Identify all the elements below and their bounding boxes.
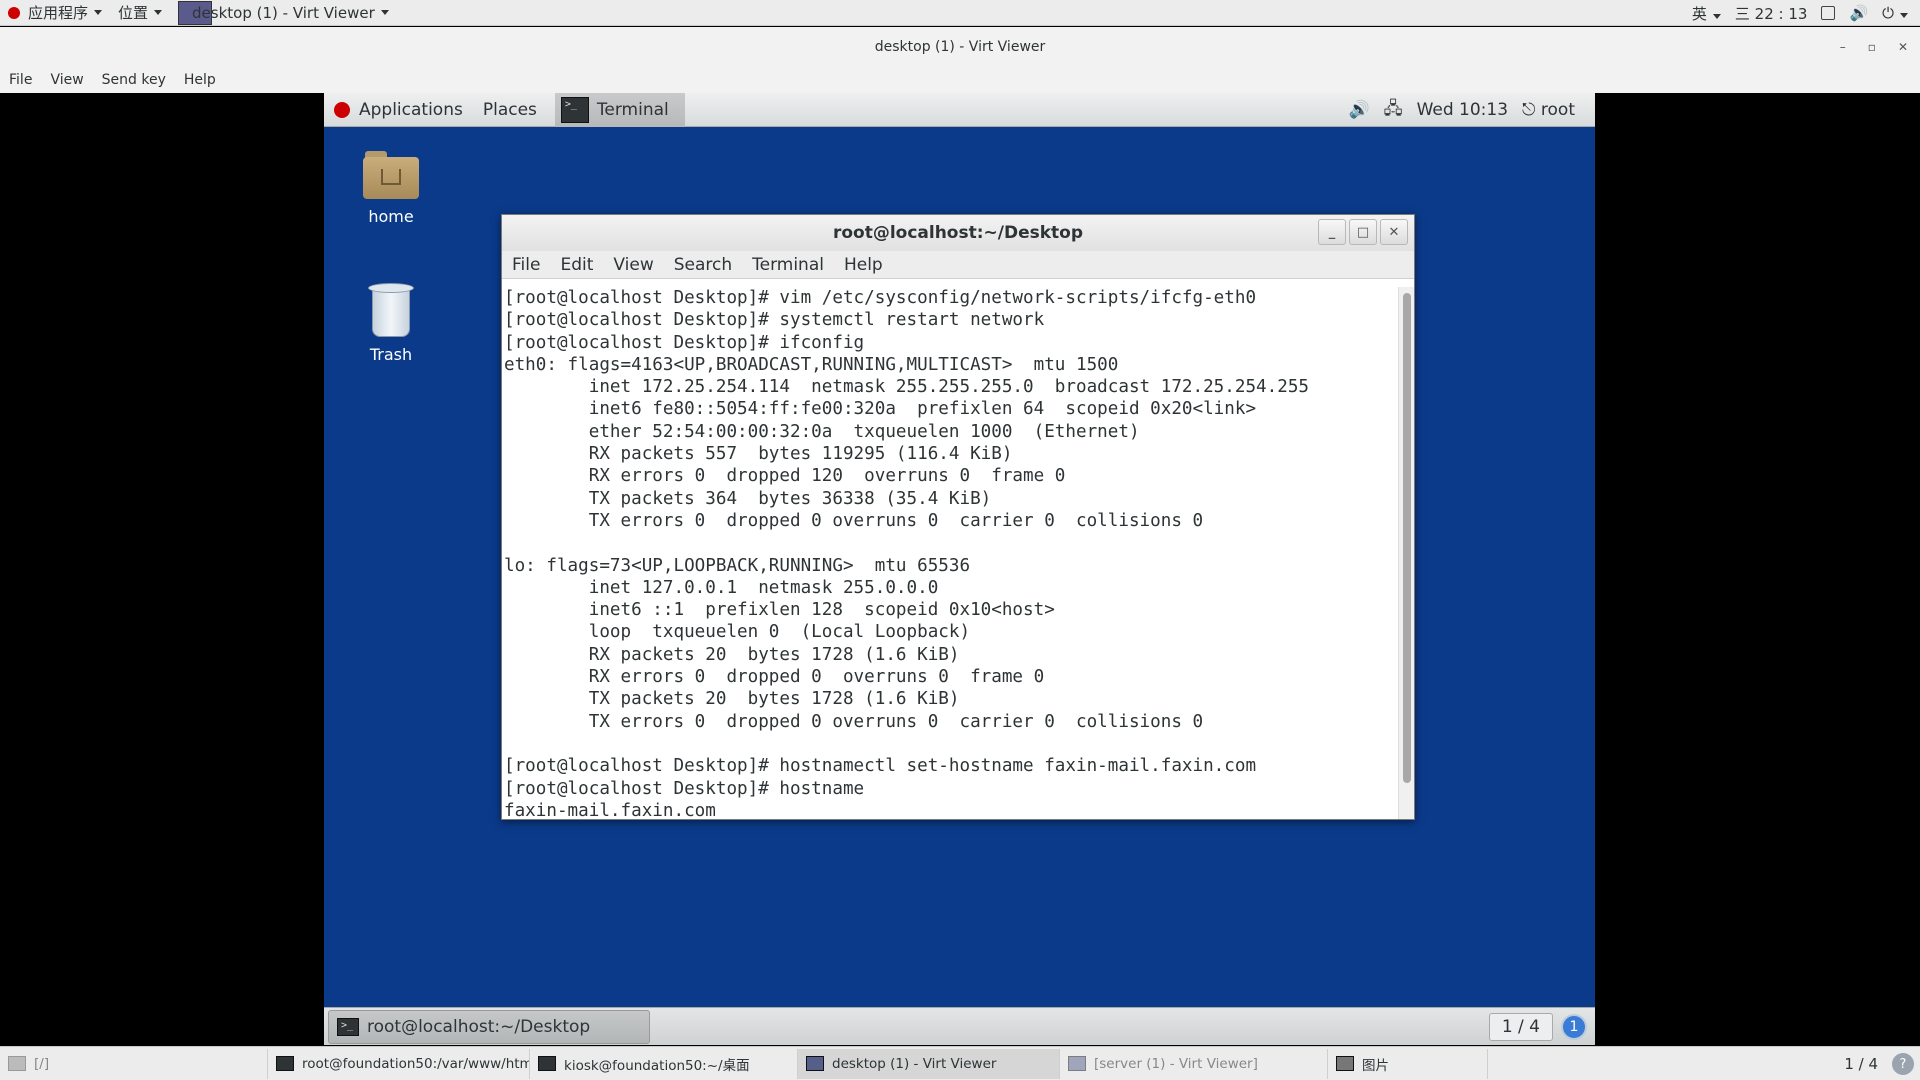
minimize-button[interactable]: – (1840, 40, 1846, 54)
chevron-down-icon (380, 10, 389, 15)
host-apps-label: 应用程序 (28, 4, 89, 22)
chevron-down-icon (94, 10, 103, 15)
host-taskbar-first-label: [/] (34, 1055, 50, 1072)
host-taskbar-item-foundation[interactable]: root@foundation50:/var/www/html (268, 1048, 530, 1079)
virt-viewer-icon (1068, 1056, 1086, 1071)
user-menu[interactable]: ⎋ root (1522, 100, 1575, 120)
guest-display[interactable]: Applications Places Terminal 🔊 🖧 Wed 10:… (324, 93, 1595, 1045)
terminal-output-area[interactable]: [root@localhost Desktop]# vim /etc/sysco… (502, 287, 1398, 819)
close-button[interactable]: ✕ (1898, 40, 1908, 54)
host-taskbar-label: [server (1) - Virt Viewer] (1094, 1055, 1258, 1072)
terminal-scrollbar[interactable] (1398, 287, 1414, 819)
host-taskbar-label: kiosk@foundation50:~/桌面 (564, 1057, 750, 1074)
guest-status-area: 🔊 🖧 Wed 10:13 ⎋ root (1348, 93, 1575, 127)
host-clock[interactable]: 三 22 : 13 (1735, 3, 1808, 24)
menu-search[interactable]: Search (664, 255, 742, 275)
host-taskbar-item-pictures[interactable]: 图片 (1328, 1048, 1488, 1079)
host-taskbar: [/] root@foundation50:/var/www/html kios… (0, 1046, 1920, 1080)
guest-taskbar-item[interactable]: root@localhost:~/Desktop (328, 1009, 650, 1044)
terminal-title: root@localhost:~/Desktop (832, 223, 1084, 243)
virt-viewer-titlebar: desktop (1) - Virt Viewer (0, 27, 1920, 67)
terminal-icon (276, 1056, 294, 1071)
host-taskbar-item-desktop-viewer[interactable]: desktop (1) - Virt Viewer (798, 1048, 1060, 1079)
terminal-menubar: File Edit View Search Terminal Help (502, 251, 1414, 279)
home-folder-icon (363, 151, 419, 199)
host-active-window[interactable]: desktop (1) - Virt Viewer (170, 0, 397, 26)
desktop-icon (8, 1056, 26, 1071)
volume-icon[interactable]: 🔊 (1849, 4, 1868, 22)
window-controls: – ▫ ✕ (1840, 27, 1908, 67)
host-taskbar-show-desktop[interactable]: [/] (0, 1048, 268, 1079)
maximize-button[interactable]: ▫ (1868, 40, 1876, 54)
guest-workspace-area: 1 / 4 1 (1488, 1008, 1587, 1045)
host-places-menu[interactable]: 位置 (110, 0, 170, 26)
minimize-button[interactable]: _ (1318, 219, 1346, 245)
host-apps-menu[interactable]: 应用程序 (0, 0, 110, 26)
network-icon[interactable]: 🖧 (1384, 96, 1403, 125)
user-icon: ⎋ (1522, 100, 1541, 120)
guest-applications-menu[interactable]: Applications (324, 93, 473, 127)
chevron-down-icon (154, 10, 163, 15)
guest-places-menu[interactable]: Places (473, 93, 547, 127)
host-taskbar-label: desktop (1) - Virt Viewer (832, 1055, 997, 1072)
desktop-icon-label: home (368, 207, 414, 226)
volume-icon[interactable]: 🔊 (1348, 100, 1369, 120)
help-icon[interactable]: ? (1892, 1053, 1914, 1075)
scrollbar-thumb[interactable] (1403, 293, 1411, 783)
virt-viewer-title: desktop (1) - Virt Viewer (874, 39, 1046, 55)
terminal-icon (337, 1017, 359, 1036)
maximize-button[interactable]: □ (1349, 219, 1377, 245)
guest-terminal-app[interactable]: Terminal (554, 93, 685, 127)
display-icon[interactable] (1821, 6, 1836, 20)
guest-bottom-panel: root@localhost:~/Desktop 1 / 4 1 (324, 1007, 1595, 1045)
guest-places-label: Places (482, 99, 537, 120)
desktop-icon-home[interactable]: home (346, 151, 436, 226)
host-taskbar-item-kiosk[interactable]: kiosk@foundation50:~/桌面 (530, 1048, 798, 1079)
guest-top-panel: Applications Places Terminal 🔊 🖧 Wed 10:… (324, 93, 1595, 127)
menu-terminal[interactable]: Terminal (742, 255, 834, 275)
terminal-icon (560, 96, 589, 123)
menu-send-key[interactable]: Send key (93, 72, 175, 88)
guest-applications-label: Applications (359, 99, 463, 120)
host-status-area: 英 三 22 : 13 🔊 ⏻ (1692, 0, 1908, 26)
guest-clock[interactable]: Wed 10:13 (1417, 100, 1508, 120)
workspace-switcher[interactable]: 1 / 4 (1488, 1013, 1553, 1041)
virt-viewer-icon (806, 1056, 824, 1071)
host-top-panel: 应用程序 位置 desktop (1) - Virt Viewer 英 三 22… (0, 0, 1920, 26)
power-icon[interactable]: ⏻ (1882, 4, 1908, 22)
host-workspace-switcher[interactable]: 1 / 4 (1844, 1055, 1878, 1073)
host-taskbar-label: 图片 (1362, 1057, 1389, 1074)
desktop-icon-label: Trash (369, 345, 413, 364)
host-taskbar-item-server-viewer[interactable]: [server (1) - Virt Viewer] (1060, 1048, 1328, 1079)
guest-taskbar-label: root@localhost:~/Desktop (367, 1016, 591, 1037)
image-viewer-icon (1336, 1056, 1354, 1071)
menu-help[interactable]: Help (175, 72, 225, 88)
terminal-window[interactable]: root@localhost:~/Desktop _ □ ✕ File Edit… (501, 214, 1415, 820)
redhat-icon (334, 101, 350, 118)
menu-file[interactable]: File (502, 255, 550, 275)
terminal-output: [root@localhost Desktop]# vim /etc/sysco… (504, 288, 1310, 819)
desktop-icon-trash[interactable]: Trash (346, 283, 436, 364)
input-method-indicator[interactable]: 英 (1692, 3, 1721, 24)
menu-view[interactable]: View (41, 72, 92, 88)
guest-terminal-label: Terminal (596, 99, 669, 120)
host-active-window-label: desktop (1) - Virt Viewer (192, 3, 375, 22)
redhat-icon (8, 6, 20, 19)
menu-view[interactable]: View (603, 255, 663, 275)
virt-viewer-menubar: File View Send key Help (0, 67, 1920, 93)
menu-help[interactable]: Help (834, 255, 893, 275)
trash-icon (368, 283, 414, 337)
menu-file[interactable]: File (0, 72, 41, 88)
menu-edit[interactable]: Edit (550, 255, 603, 275)
host-taskbar-right: 1 / 4 ? (1844, 1047, 1914, 1080)
notification-badge[interactable]: 1 (1561, 1014, 1587, 1040)
terminal-icon (538, 1056, 556, 1071)
host-places-label: 位置 (118, 4, 149, 22)
terminal-titlebar[interactable]: root@localhost:~/Desktop _ □ ✕ (502, 215, 1414, 251)
host-taskbar-label: root@foundation50:/var/www/html (302, 1055, 530, 1072)
close-button[interactable]: ✕ (1380, 219, 1408, 245)
